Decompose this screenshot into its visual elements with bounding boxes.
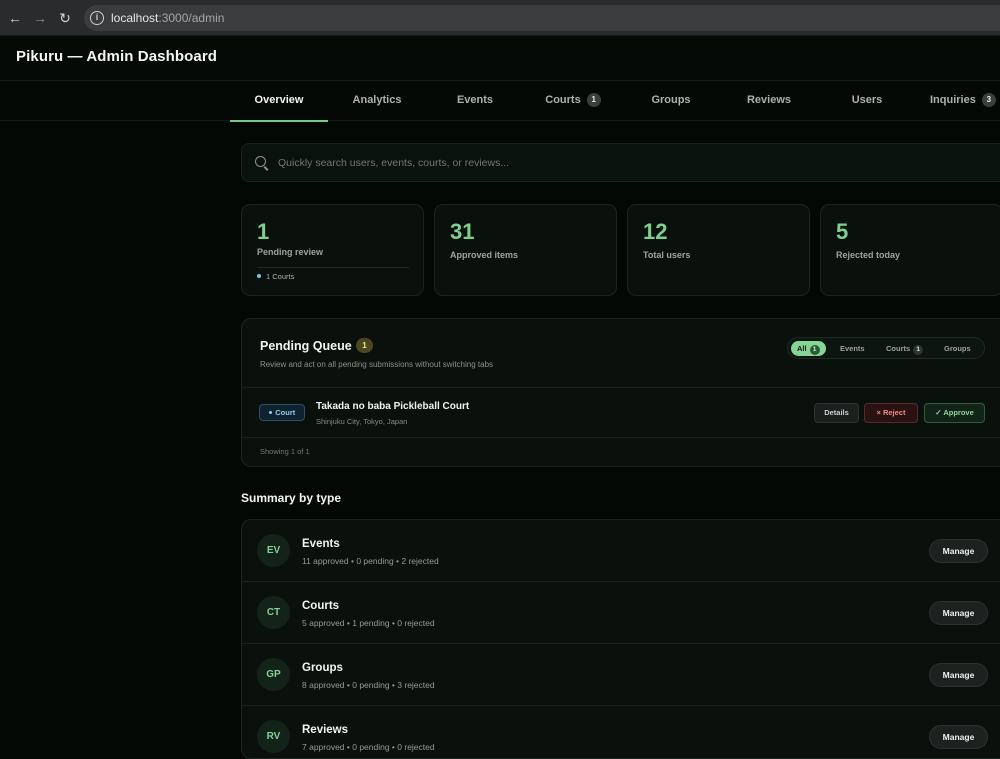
filter-events[interactable]: Events xyxy=(834,341,871,356)
tab-groups[interactable]: Groups xyxy=(622,81,720,121)
address-bar[interactable]: i localhost:3000/admin xyxy=(84,5,1000,31)
summary-title: Reviews xyxy=(302,724,349,736)
filter-badge: 1 xyxy=(913,345,924,355)
summary-counts: 8 approved • 0 pending • 3 rejected xyxy=(302,680,435,690)
tab-badge: 3 xyxy=(981,93,996,107)
filter-courts[interactable]: Courts 1 xyxy=(880,341,929,356)
url-path: :3000/admin xyxy=(158,11,225,25)
tab-overview[interactable]: Overview xyxy=(230,81,328,122)
summary-list: EV Events 11 approved • 0 pending • 2 re… xyxy=(241,519,1000,759)
queue-filter-group: All 1 Events Courts 1 Groups xyxy=(787,337,985,359)
courts-dot-icon xyxy=(257,274,261,278)
filter-groups[interactable]: Groups xyxy=(938,341,977,356)
item-location: Shinjuku City, Tokyo, Japan xyxy=(316,417,408,426)
stat-note-text: 1 Courts xyxy=(266,272,295,281)
filter-label: Events xyxy=(840,344,865,353)
stat-card-users[interactable]: 12 Total users xyxy=(627,204,810,296)
divider xyxy=(242,387,1000,388)
tag-label: Court xyxy=(275,408,296,417)
stat-label: Approved items xyxy=(450,250,519,260)
tab-users[interactable]: Users xyxy=(818,81,916,121)
reject-button[interactable]: × Reject xyxy=(864,403,918,423)
tab-label: Inquiries xyxy=(930,94,976,106)
tab-inquiries[interactable]: Inquiries 3 xyxy=(916,81,1000,121)
manage-reviews-button[interactable]: Manage xyxy=(929,725,988,749)
summary-counts: 7 approved • 0 pending • 0 rejected xyxy=(302,742,435,752)
tab-label: Groups xyxy=(651,94,691,106)
search-box xyxy=(241,143,1000,182)
summary-heading: Summary by type xyxy=(241,491,342,505)
tab-events[interactable]: Events xyxy=(426,81,524,121)
tab-courts[interactable]: Courts 1 xyxy=(524,81,622,121)
stat-card-pending[interactable]: 1 Pending review 1 Courts xyxy=(241,204,424,296)
summary-counts: 11 approved • 0 pending • 2 rejected xyxy=(302,556,439,566)
stat-card-approved[interactable]: 31 Approved items xyxy=(434,204,617,296)
manage-events-button[interactable]: Manage xyxy=(929,539,988,563)
summary-row-events: EV Events 11 approved • 0 pending • 2 re… xyxy=(242,520,1000,582)
summary-row-groups: GP Groups 8 approved • 0 pending • 3 rej… xyxy=(242,644,1000,706)
divider xyxy=(242,437,1000,438)
filter-label: Courts xyxy=(886,344,911,353)
app-header: Pikuru — Admin Dashboard xyxy=(0,36,1000,80)
tab-label: Users xyxy=(851,94,883,106)
stat-note: 1 Courts xyxy=(257,272,294,281)
queue-title: Pending Queue xyxy=(260,339,352,353)
tab-bar: Overview Analytics Events Courts 1 Groups… xyxy=(0,80,1000,122)
queue-subtitle: Review and act on all pending submission… xyxy=(260,360,494,369)
filter-label: Groups xyxy=(944,344,971,353)
stat-value: 5 xyxy=(836,219,849,244)
approve-button[interactable]: ✓ Approve xyxy=(924,403,985,423)
filter-all[interactable]: All 1 xyxy=(791,341,826,356)
court-dot-icon xyxy=(268,410,273,414)
item-title: Takada no baba Pickleball Court xyxy=(316,401,470,412)
tab-label: Courts xyxy=(545,94,581,106)
reload-icon[interactable]: ↻ xyxy=(56,9,74,27)
tab-label: Events xyxy=(456,94,494,106)
stat-label: Total users xyxy=(643,250,691,260)
url-text: localhost:3000/admin xyxy=(111,11,224,25)
tab-label: Analytics xyxy=(352,94,402,106)
stat-divider xyxy=(257,267,409,268)
court-tag: Court xyxy=(259,404,305,421)
tab-label: Overview xyxy=(254,94,304,106)
filter-label: All xyxy=(797,344,807,353)
summary-title: Events xyxy=(302,538,340,550)
back-arrow-icon[interactable]: ← xyxy=(6,9,24,27)
type-avatar: CT xyxy=(257,596,290,629)
tab-label: Reviews xyxy=(746,94,792,106)
tab-reviews[interactable]: Reviews xyxy=(720,81,818,121)
filter-badge: 1 xyxy=(809,345,820,355)
type-avatar: EV xyxy=(257,534,290,567)
summary-row-courts: CT Courts 5 approved • 1 pending • 0 rej… xyxy=(242,582,1000,644)
tab-analytics[interactable]: Analytics xyxy=(328,81,426,121)
details-button[interactable]: Details xyxy=(814,403,859,423)
pending-queue: Pending Queue 1 Review and act on all pe… xyxy=(241,318,1000,467)
queue-footer: Showing 1 of 1 xyxy=(260,447,310,456)
queue-count-badge: 1 xyxy=(356,338,373,353)
site-info-icon[interactable]: i xyxy=(90,11,104,25)
stat-value: 12 xyxy=(643,219,668,244)
forward-arrow-icon[interactable]: → xyxy=(31,9,49,27)
stat-label: Rejected today xyxy=(836,250,901,260)
stat-value: 1 xyxy=(257,219,270,244)
summary-counts: 5 approved • 1 pending • 0 rejected xyxy=(302,618,435,628)
stat-value: 31 xyxy=(450,219,475,244)
manage-groups-button[interactable]: Manage xyxy=(929,663,988,687)
search-input[interactable] xyxy=(276,154,976,172)
summary-title: Groups xyxy=(302,662,343,674)
type-avatar: RV xyxy=(257,720,290,753)
browser-toolbar: ← → ↻ i localhost:3000/admin xyxy=(0,0,1000,36)
page-title: Pikuru — Admin Dashboard xyxy=(16,48,218,65)
manage-courts-button[interactable]: Manage xyxy=(929,601,988,625)
stat-card-rejected[interactable]: 5 Rejected today xyxy=(820,204,1000,296)
summary-row-reviews: RV Reviews 7 approved • 0 pending • 0 re… xyxy=(242,706,1000,758)
summary-title: Courts xyxy=(302,600,340,612)
tab-badge: 1 xyxy=(586,93,601,107)
url-host: localhost xyxy=(111,11,159,25)
stat-label: Pending review xyxy=(257,247,324,257)
type-avatar: GP xyxy=(257,658,290,691)
search-icon xyxy=(255,156,266,167)
